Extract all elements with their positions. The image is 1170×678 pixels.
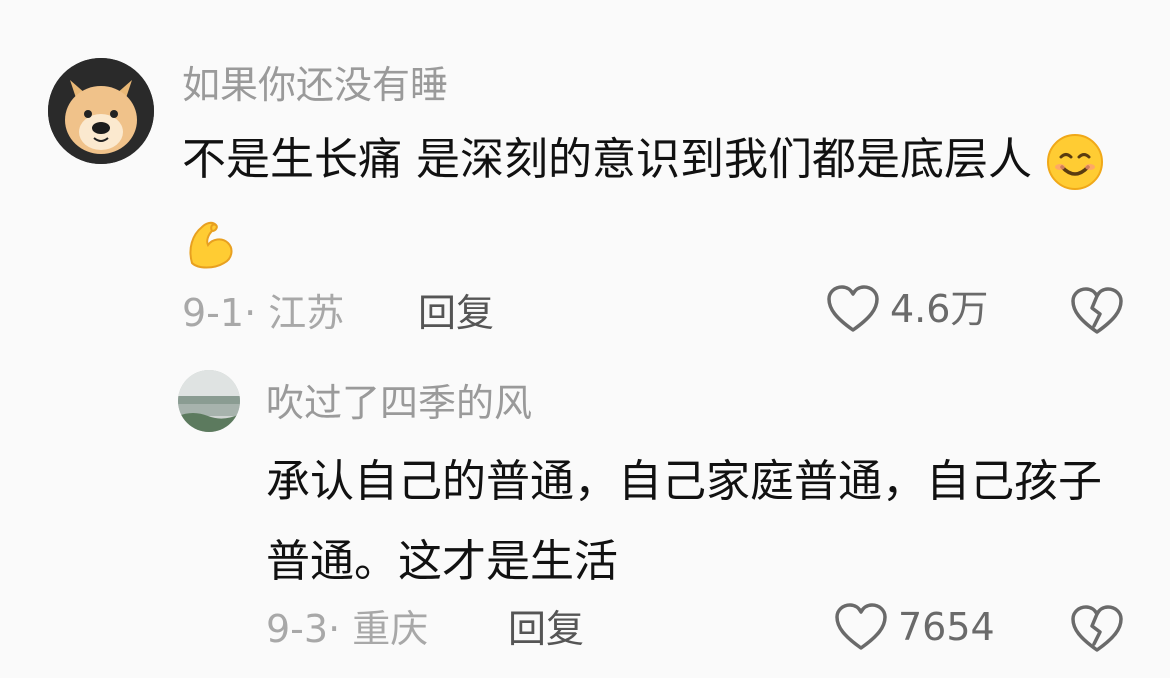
comment-date-location: 9-1· 江苏 (182, 291, 345, 335)
avatar[interactable] (48, 58, 154, 164)
dog-avatar-icon (48, 58, 154, 164)
comment-like-button[interactable]: 4.6万 (826, 284, 988, 334)
smiling-face-icon (1047, 134, 1103, 190)
reply-date-location: 9-3· 重庆 (266, 607, 429, 651)
comment-dislike-button[interactable] (1070, 286, 1124, 340)
reply-username[interactable]: 吹过了四季的风 (266, 384, 532, 422)
flexed-biceps-icon (189, 221, 233, 269)
reply-dislike-button[interactable] (1070, 604, 1124, 658)
heart-icon (835, 603, 887, 650)
reply-text-body: 承认自己的普通，自己家庭普通，自己孩子普通。这才是生活 (266, 456, 1102, 587)
comment-like-count: 4.6万 (890, 287, 989, 331)
comment-reply-button[interactable]: 回复 (418, 294, 494, 332)
broken-heart-icon (1071, 287, 1123, 334)
reply-text: 承认自己的普通，自己家庭普通，自己孩子普通。这才是生活 (266, 442, 1126, 602)
heart-icon (827, 285, 879, 332)
landscape-avatar-icon (178, 370, 240, 432)
reply-like-count: 7654 (898, 605, 995, 649)
comment-text-body: 不是生长痛 是深刻的意识到我们都是底层人 (182, 134, 1032, 185)
comment-username[interactable]: 如果你还没有睡 (182, 66, 448, 104)
reply-reply-button[interactable]: 回复 (508, 610, 584, 648)
reply-avatar[interactable] (178, 370, 240, 432)
reply-like-button[interactable]: 7654 (834, 602, 995, 652)
comment-text: 不是生长痛 是深刻的意识到我们都是底层人 (182, 120, 1112, 280)
broken-heart-icon (1071, 605, 1123, 652)
